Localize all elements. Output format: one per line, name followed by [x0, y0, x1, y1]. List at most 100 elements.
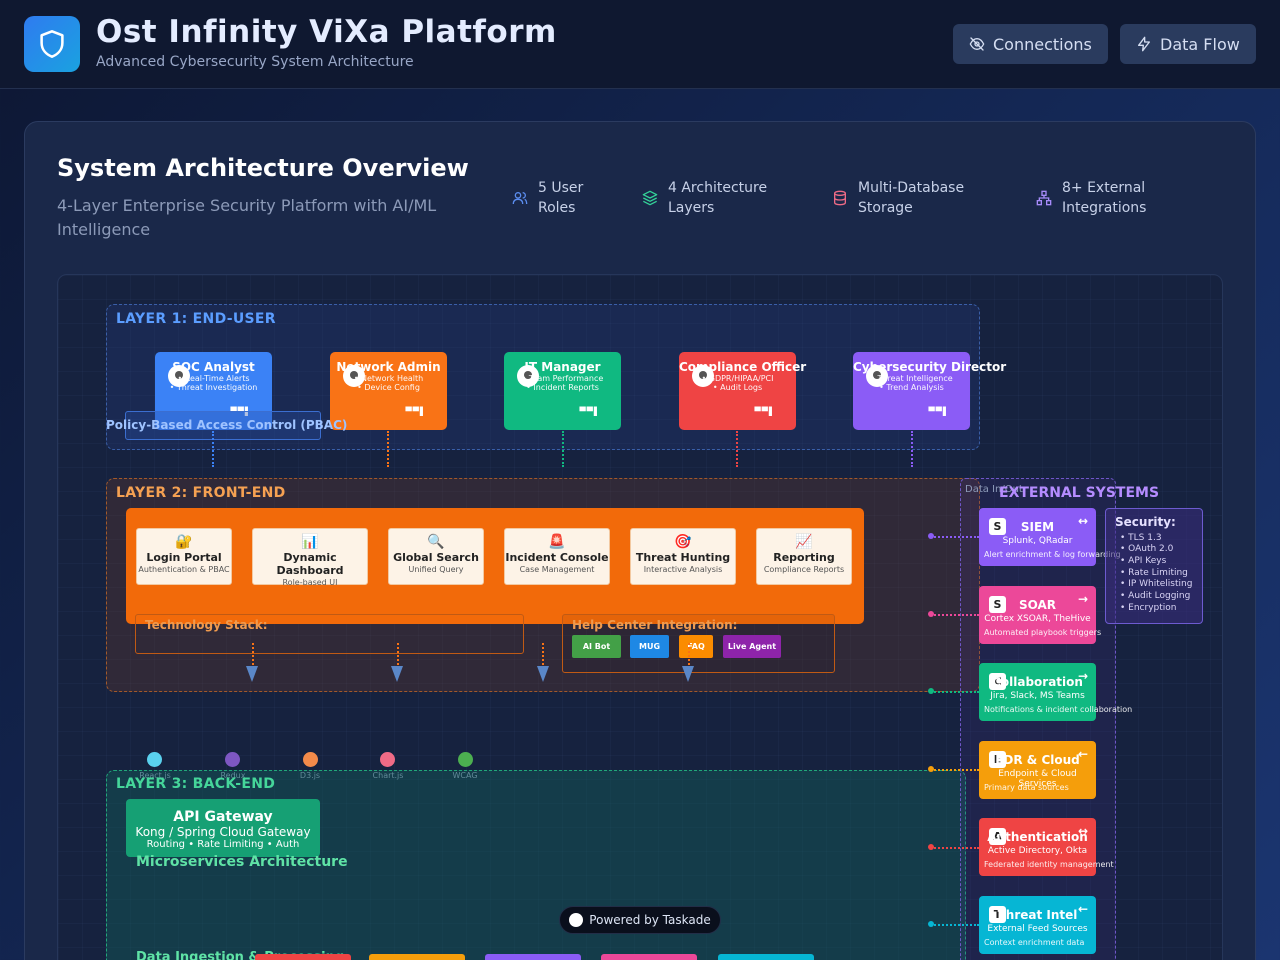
help-chip-faq[interactable]: FAQ	[679, 635, 713, 658]
stat-user-roles: 5 User Roles	[512, 178, 622, 218]
tech-dot-chartjs	[380, 752, 395, 767]
fe-global-search[interactable]: 🔍 Global Search Unified Query	[388, 528, 484, 585]
security-item: • API Keys	[1120, 556, 1167, 566]
connections-button[interactable]: Connections	[953, 24, 1108, 64]
arrow-right-icon: →	[1077, 669, 1088, 683]
security-item: • Rate Limiting	[1120, 568, 1188, 578]
users-icon	[512, 192, 528, 205]
security-item: • Audit Logging	[1120, 591, 1191, 601]
connector-dot	[928, 688, 934, 694]
api-gateway[interactable]: API Gateway Kong / Spring Cloud Gateway …	[126, 799, 320, 857]
external-systems-label: EXTERNAL SYSTEMS	[999, 485, 1160, 501]
stat-multi-database: Multi-Database Storage	[832, 178, 982, 218]
connector-dot	[928, 611, 934, 617]
connector-line	[931, 536, 979, 538]
overview-subtitle: 4-Layer Enterprise Security Platform wit…	[57, 196, 437, 239]
security-item: • TLS 1.3	[1120, 533, 1162, 543]
status-dots-icon: ▀▀▌	[579, 407, 601, 416]
fe-incident-console[interactable]: 🚨 Incident Console Case Management	[504, 528, 610, 585]
overview-title: System Architecture Overview	[57, 154, 469, 182]
arrow-right-icon: →	[1077, 592, 1088, 606]
role-network-admin[interactable]: Network Admin • Network Health • Device …	[330, 352, 447, 430]
help-center-label: Help Center Integration:	[572, 618, 738, 632]
shield-logo-icon	[24, 16, 80, 72]
trend-chart-icon: 📈	[795, 534, 813, 550]
ext-soar[interactable]: S SOAR → Cortex XSOAR, TheHive Automated…	[979, 586, 1101, 644]
status-dots-icon: ▀▀▌	[928, 407, 950, 416]
layer-3-label: LAYER 3: BACK-END	[116, 776, 276, 792]
tech-stack-label: Technology Stack:	[145, 618, 268, 632]
network-icon	[1036, 190, 1052, 206]
connector-line	[387, 431, 389, 467]
ext-siem[interactable]: S SIEM ↔ Splunk, QRadar Alert enrichment…	[979, 508, 1121, 566]
role-compliance-officer[interactable]: Compliance Officer • GDPR/HIPAA/PCI • Au…	[679, 352, 806, 430]
connector-line	[736, 431, 738, 467]
stat-external-integrations: 8+ External Integrations	[1036, 178, 1186, 218]
connector-line	[542, 643, 544, 665]
fe-dynamic-dashboard[interactable]: 📊 Dynamic Dashboard Role-based UI	[252, 528, 368, 587]
ext-edr-cloud[interactable]: E EDR & Cloud ← Endpoint & Cloud Service…	[979, 741, 1096, 799]
data-flow-button[interactable]: Data Flow	[1120, 24, 1256, 64]
connector-line	[911, 431, 913, 467]
connector-line	[931, 691, 979, 693]
security-item: • OAuth 2.0	[1120, 544, 1174, 554]
bidirectional-arrow-icon: ↔	[1077, 824, 1088, 838]
service-block	[255, 954, 351, 960]
ext-authentication[interactable]: A Authentication ↔ Active Directory, Okt…	[979, 818, 1114, 876]
security-title: Security:	[1115, 515, 1176, 529]
service-block	[601, 954, 697, 960]
arrow-down-icon	[391, 666, 403, 682]
tech-dot-redux	[225, 752, 240, 767]
connector-line	[252, 643, 254, 665]
tech-dot-d3	[303, 752, 318, 767]
taskade-logo-icon	[569, 913, 584, 927]
connector-line	[562, 431, 564, 467]
siren-icon: 🚨	[548, 534, 566, 550]
powered-by-badge[interactable]: Powered by Taskade	[559, 906, 721, 934]
app-subtitle: Advanced Cybersecurity System Architectu…	[96, 54, 414, 70]
connector-dot	[928, 844, 934, 850]
service-block	[485, 954, 581, 960]
fe-threat-hunting[interactable]: 🎯 Threat Hunting Interactive Analysis	[630, 528, 736, 585]
connections-label: Connections	[993, 34, 1092, 54]
connector-line	[688, 643, 690, 665]
help-chip-ai-bot[interactable]: AI Bot	[572, 635, 621, 658]
connector-line	[397, 643, 399, 665]
security-item: • Encryption	[1120, 603, 1177, 613]
app-title: Ost Infinity ViXa Platform	[96, 14, 557, 50]
connector-line	[931, 847, 979, 849]
ext-threat-intel[interactable]: T Threat Intel ← External Feed Sources C…	[979, 896, 1096, 954]
connector-line	[931, 614, 979, 616]
help-chip-mug[interactable]: MUG	[630, 635, 669, 658]
data-flow-label: Data Flow	[1160, 34, 1240, 54]
help-chip-live-agent[interactable]: Live Agent	[723, 635, 781, 658]
ext-collaboration[interactable]: C Collaboration → Jira, Slack, MS Teams …	[979, 663, 1132, 721]
tech-dot-wcag	[458, 752, 473, 767]
role-cybersecurity-director[interactable]: Cybersecurity Director • Threat Intellig…	[853, 352, 1006, 430]
arrow-left-icon: ←	[1077, 747, 1088, 761]
connector-line	[212, 431, 214, 467]
eye-off-icon	[969, 37, 985, 51]
magnifier-icon: 🔍	[427, 534, 445, 550]
tech-dot-react	[147, 752, 162, 767]
layer-1-label: LAYER 1: END-USER	[116, 311, 276, 327]
arrow-down-icon	[246, 666, 258, 682]
pbac-label: Policy-Based Access Control (PBAC)	[106, 418, 348, 432]
layer-2-label: LAYER 2: FRONT-END	[116, 485, 286, 501]
fe-login-portal[interactable]: 🔐 Login Portal Authentication & PBAC	[136, 528, 232, 585]
arrow-down-icon	[682, 666, 694, 682]
microservices-label: Microservices Architecture	[136, 854, 348, 870]
arrow-down-icon	[537, 666, 549, 682]
connector-dot	[928, 533, 934, 539]
database-icon	[834, 190, 846, 206]
connector-line	[931, 769, 979, 771]
service-block	[369, 954, 465, 960]
fe-reporting[interactable]: 📈 Reporting Compliance Reports	[756, 528, 852, 585]
target-icon: 🎯	[674, 534, 692, 550]
bar-chart-icon: 📊	[301, 534, 319, 550]
stat-architecture-layers: 4 Architecture Layers	[642, 178, 792, 218]
security-item: • IP Whitelisting	[1120, 579, 1193, 589]
role-it-manager[interactable]: IT Manager • Team Performance • Incident…	[504, 352, 621, 430]
connector-dot	[928, 766, 934, 772]
status-dots-icon: ▀▀▌	[754, 407, 776, 416]
